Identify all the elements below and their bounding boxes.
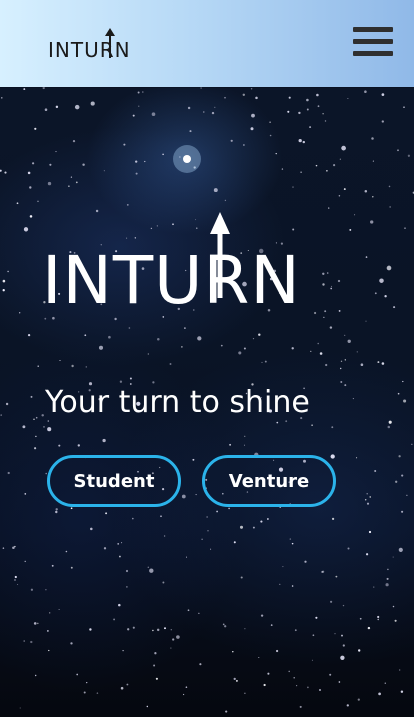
menu-bar xyxy=(353,51,393,56)
hero-tagline: Your turn to shine xyxy=(45,385,310,420)
menu-bar xyxy=(353,27,393,32)
header-logo-text: INTURN xyxy=(48,38,131,62)
logo-arrow-icon xyxy=(105,28,115,58)
venture-button[interactable]: Venture xyxy=(202,455,336,507)
brand-arrow-icon xyxy=(210,212,230,298)
hero-brand-logo: INTURN xyxy=(42,212,342,322)
hero-section: INTURN Your turn to shine Student Ventur… xyxy=(0,87,414,717)
menu-bar xyxy=(353,39,393,44)
student-button[interactable]: Student xyxy=(47,455,181,507)
app-page: INTURN INTURN Your turn to shine Student… xyxy=(0,0,414,717)
hero-brand-text: INTURN xyxy=(42,242,301,319)
top-header: INTURN xyxy=(0,0,414,87)
hamburger-menu-button[interactable] xyxy=(353,25,393,59)
